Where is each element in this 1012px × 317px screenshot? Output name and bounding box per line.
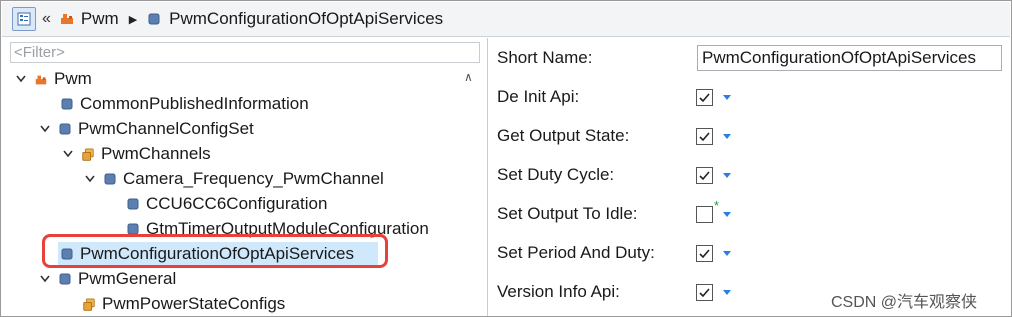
outline-tree-panel: <Filter> ∧ Pwm CommonPublishedInformatio… — [2, 38, 488, 316]
container-icon — [58, 122, 72, 136]
breadcrumb: « Pwm ▶ PwmConfigurationOfOptApiServices — [2, 2, 1010, 37]
set-output-to-idle-checkbox[interactable] — [696, 206, 713, 223]
checkmark-icon — [699, 171, 710, 181]
container-icon — [60, 247, 74, 261]
chevron-down-icon[interactable] — [723, 251, 731, 256]
editor-window: « Pwm ▶ PwmConfigurationOfOptApiServices… — [0, 0, 1012, 317]
tree-item-pwm-general[interactable]: PwmGeneral — [38, 266, 176, 291]
tree-item-pwm-channel-config-set[interactable]: PwmChannelConfigSet — [38, 116, 254, 141]
set-output-to-idle-label: Set Output To Idle: — [497, 204, 638, 223]
tree-item-pwm-power-state-configs[interactable]: PwmPowerStateConfigs — [82, 291, 285, 316]
tree-item-common-published-information[interactable]: CommonPublishedInformation — [60, 91, 309, 116]
breadcrumb-container-label: PwmConfigurationOfOptApiServices — [169, 9, 444, 28]
chevron-down-icon[interactable] — [83, 175, 97, 183]
navigate-back-button[interactable]: « — [42, 10, 51, 28]
tree-item-label: PwmPowerStateConfigs — [102, 293, 286, 313]
list-icon — [82, 297, 96, 311]
module-icon — [60, 14, 73, 24]
set-duty-cycle-label: Set Duty Cycle: — [497, 165, 615, 184]
set-period-and-duty-label: Set Period And Duty: — [497, 243, 655, 262]
container-icon — [103, 172, 117, 186]
chevron-down-icon[interactable] — [723, 290, 731, 295]
tree-item-label: CCU6CC6Configuration — [146, 193, 328, 213]
tree-item-ccu6cc6-configuration[interactable]: CCU6CC6Configuration — [126, 191, 327, 216]
tree-item-label: GtmTimerOutputModuleConfiguration — [146, 218, 429, 238]
checkmark-icon — [699, 132, 710, 142]
get-output-state-checkbox[interactable] — [696, 128, 713, 145]
modified-marker: * — [714, 198, 720, 213]
container-icon — [148, 13, 160, 25]
tree-item-label: Camera_Frequency_PwmChannel — [123, 168, 384, 188]
container-icon — [60, 97, 74, 111]
breadcrumb-item-module[interactable]: Pwm — [59, 9, 119, 29]
set-duty-cycle-checkbox[interactable] — [696, 167, 713, 184]
short-name-input[interactable]: PwmConfigurationOfOptApiServices — [697, 45, 1002, 71]
tree-item-pwm-channels[interactable]: PwmChannels — [61, 141, 211, 166]
container-icon — [126, 222, 140, 236]
list-icon — [81, 147, 95, 161]
tree-item-gtm-timer-output-module-configuration[interactable]: GtmTimerOutputModuleConfiguration — [126, 216, 429, 241]
container-icon — [58, 272, 72, 286]
tree-item-label: PwmChannelConfigSet — [78, 118, 254, 138]
chevron-down-icon[interactable] — [14, 75, 28, 83]
checkmark-icon — [699, 249, 710, 259]
checkmark-icon — [699, 288, 710, 298]
tree-item-label: PwmChannels — [101, 143, 211, 163]
container-icon — [126, 197, 140, 211]
tree-item-label: PwmGeneral — [78, 268, 177, 288]
chevron-down-icon[interactable] — [38, 275, 52, 283]
tree-item-label: Pwm — [54, 68, 92, 88]
chevron-down-icon[interactable] — [723, 95, 731, 100]
get-output-state-label: Get Output State: — [497, 126, 630, 145]
breadcrumb-separator-icon: ▶ — [128, 13, 138, 26]
link-with-editor-button[interactable] — [12, 7, 36, 31]
tree-item-label: PwmConfigurationOfOptApiServices — [80, 243, 355, 263]
chevron-down-icon[interactable] — [723, 134, 731, 139]
version-info-api-label: Version Info Api: — [497, 282, 620, 301]
chevron-down-icon[interactable] — [723, 212, 731, 217]
tree-item-camera-frequency-pwm-channel[interactable]: Camera_Frequency_PwmChannel — [83, 166, 384, 191]
chevron-down-icon[interactable] — [61, 150, 75, 158]
set-period-and-duty-checkbox[interactable] — [696, 245, 713, 262]
de-init-api-checkbox[interactable] — [696, 89, 713, 106]
chevron-down-icon[interactable] — [723, 173, 731, 178]
tree-item-label: CommonPublishedInformation — [80, 93, 309, 113]
de-init-api-label: De Init Api: — [497, 87, 580, 106]
breadcrumb-module-label: Pwm — [80, 9, 119, 28]
tree-item-pwm-configuration-of-opt-api-services[interactable]: PwmConfigurationOfOptApiServices — [60, 241, 354, 266]
tree-view-icon — [17, 12, 31, 26]
filter-input[interactable]: <Filter> — [10, 42, 480, 63]
short-name-label: Short Name: — [497, 48, 593, 67]
chevron-down-icon[interactable] — [38, 125, 52, 133]
checkmark-icon — [699, 93, 710, 103]
watermark: CSDN @汽车观察侠 — [831, 294, 978, 311]
properties-panel: Short Name: PwmConfigurationOfOptApiServ… — [489, 38, 1010, 316]
scroll-up-icon[interactable]: ∧ — [464, 70, 473, 84]
module-icon — [34, 72, 48, 86]
tree-item-pwm[interactable]: Pwm — [14, 66, 92, 91]
version-info-api-checkbox[interactable] — [696, 284, 713, 301]
breadcrumb-item-container[interactable]: PwmConfigurationOfOptApiServices — [147, 9, 443, 29]
